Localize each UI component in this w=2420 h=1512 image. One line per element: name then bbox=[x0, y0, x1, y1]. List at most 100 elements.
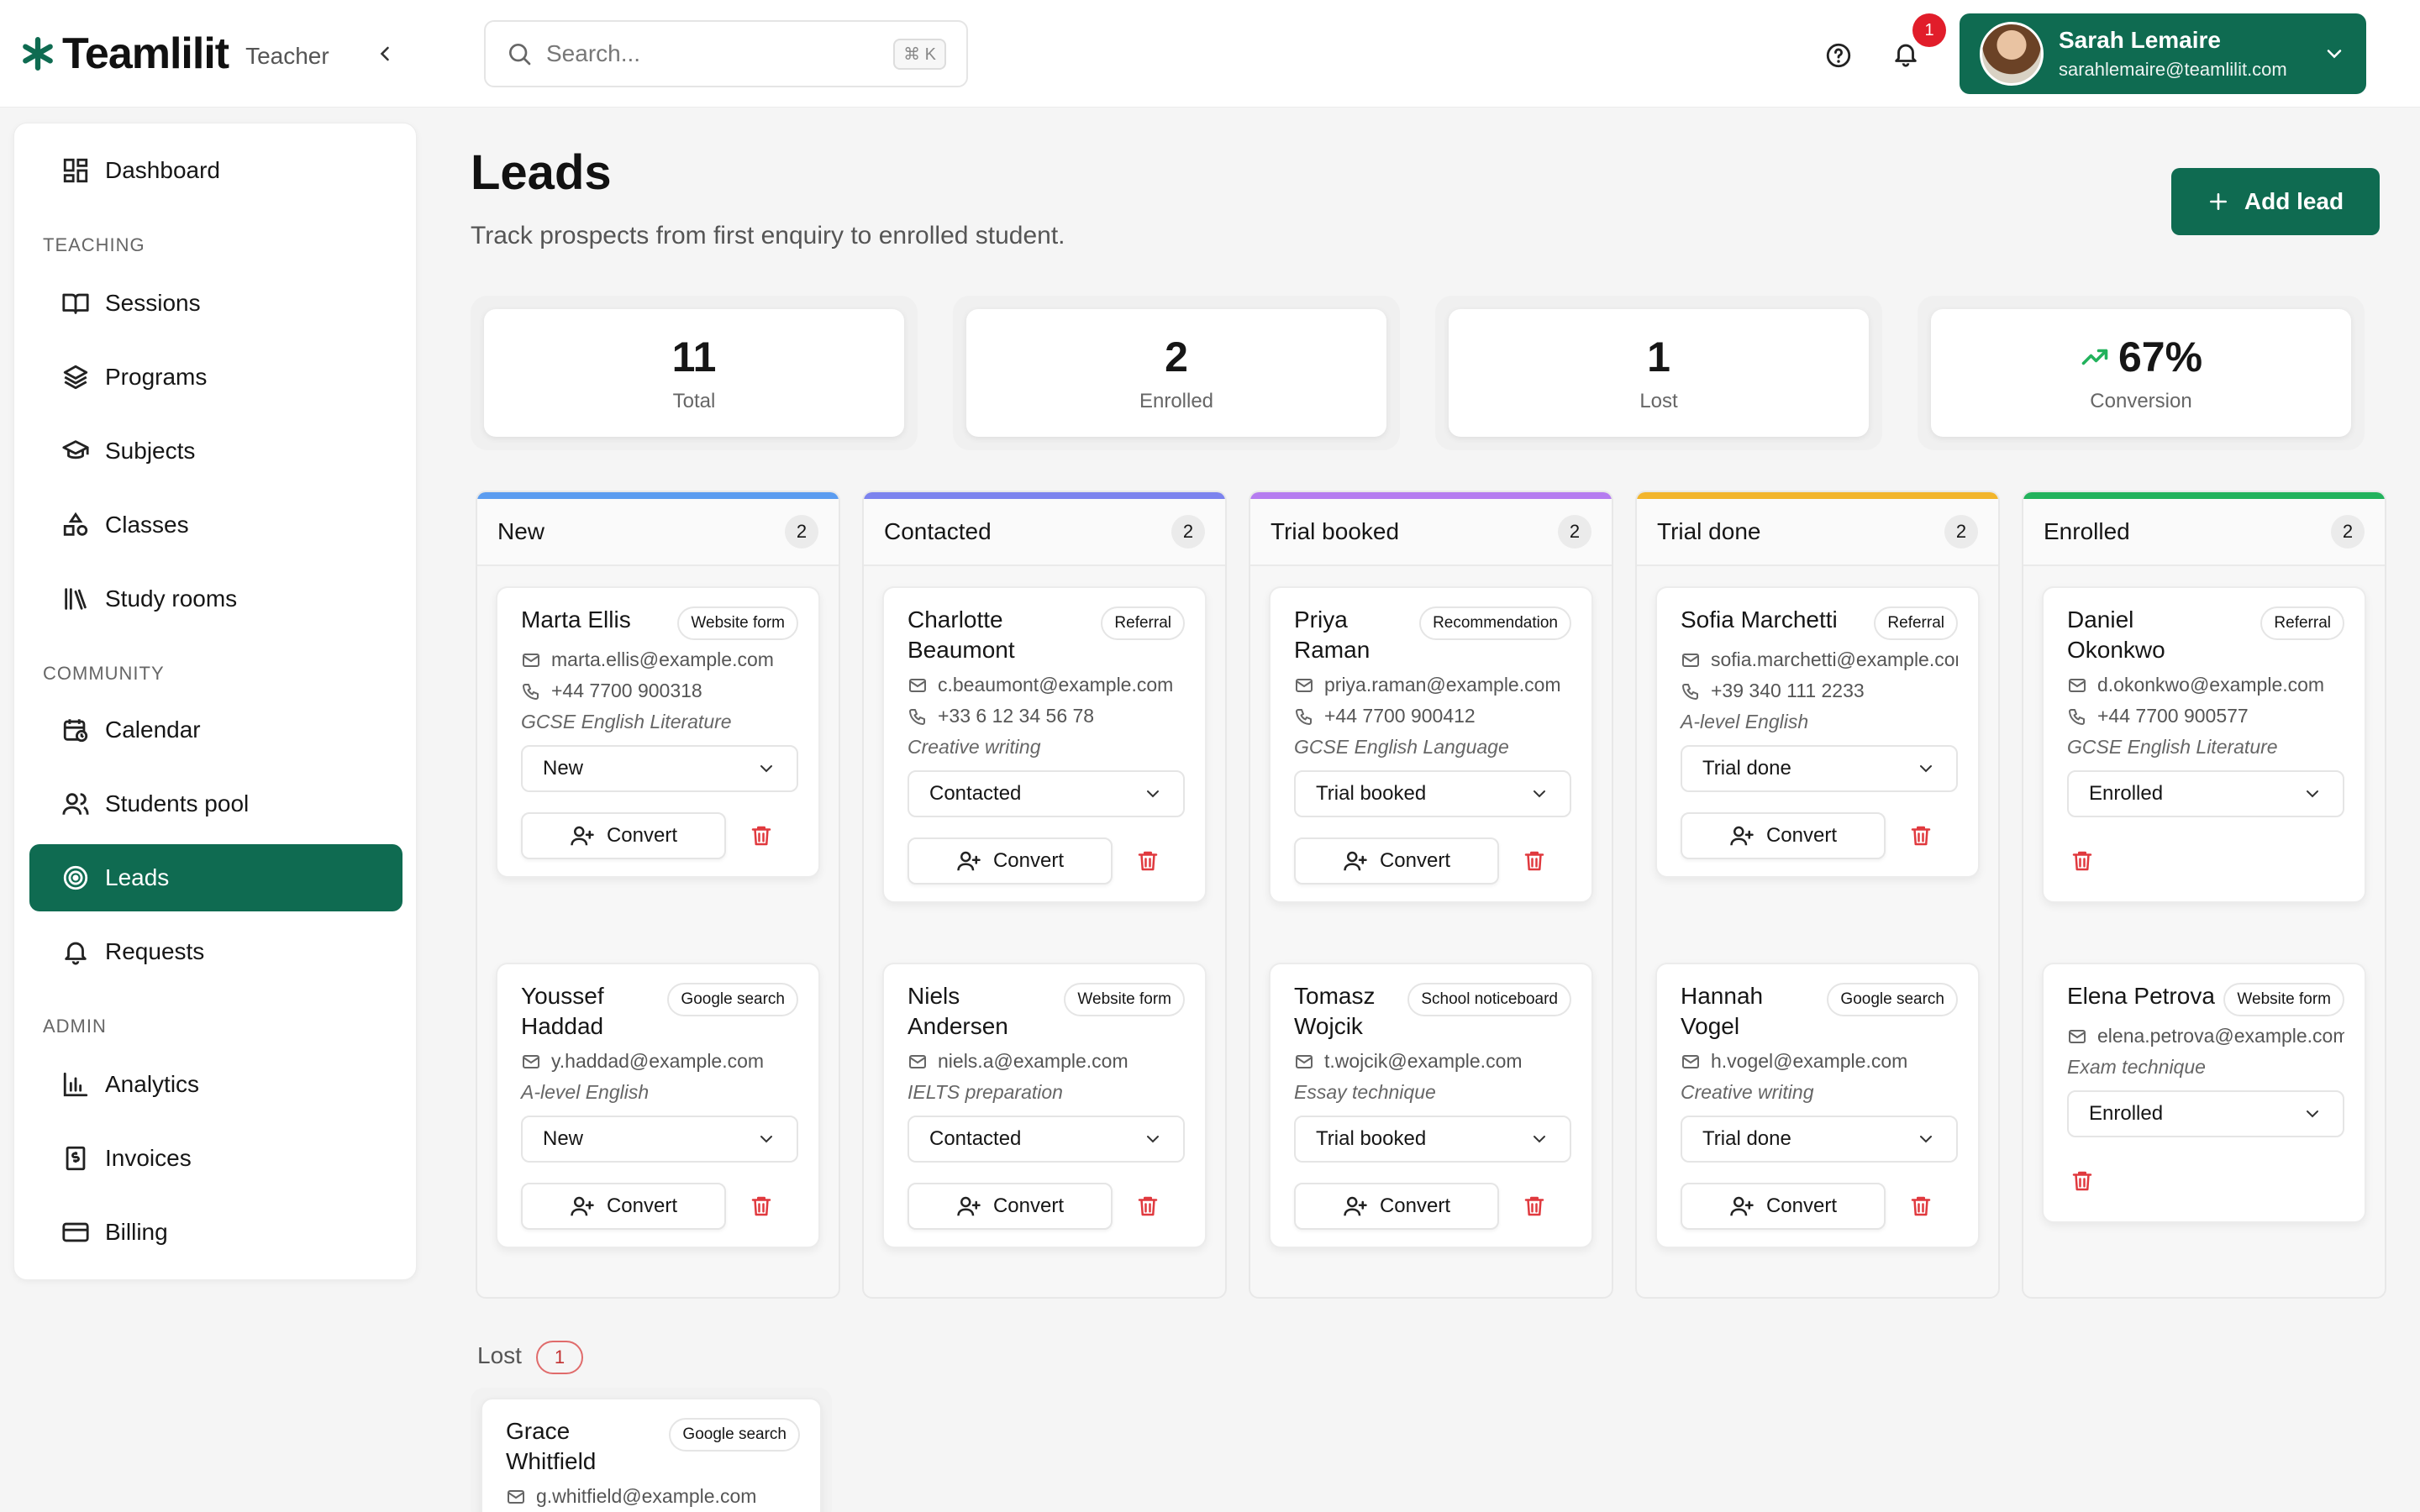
user-menu-button[interactable]: Sarah Lemaire sarahlemaire@teamlilit.com bbox=[1960, 13, 2366, 94]
lead-email: d.okonkwo@example.com bbox=[2097, 674, 2325, 696]
stat-label: Conversion bbox=[2090, 390, 2192, 412]
search-box[interactable]: ⌘ K bbox=[484, 20, 968, 87]
lead-phone-row: +44 7700 900577 bbox=[2067, 705, 2344, 727]
lead-subject: Essay technique bbox=[1294, 1081, 1436, 1103]
delete-lead-button[interactable] bbox=[1133, 1191, 1163, 1221]
collapse-sidebar-button[interactable] bbox=[370, 39, 400, 69]
notification-count-badge: 1 bbox=[1912, 13, 1946, 47]
user-plus-icon bbox=[570, 823, 595, 848]
delete-lead-button[interactable] bbox=[1906, 821, 1936, 851]
mail-icon bbox=[506, 1487, 526, 1507]
chevron-left-icon bbox=[380, 46, 389, 61]
user-plus-icon bbox=[1343, 1194, 1368, 1219]
convert-button[interactable]: Convert bbox=[908, 837, 1113, 885]
lead-status-select[interactable]: Contacted bbox=[908, 1116, 1185, 1163]
lead-status-select[interactable]: Contacted bbox=[908, 770, 1185, 817]
sidebar-item-billing[interactable]: Billing bbox=[29, 1199, 402, 1266]
lead-card[interactable]: Daniel Okonkwo Referral d.okonkwo@example.… bbox=[2042, 586, 2366, 903]
lead-name: Niels Andersen bbox=[908, 983, 1008, 1039]
lead-email: marta.ellis@example.com bbox=[551, 648, 774, 670]
lead-card[interactable]: Grace Whitfield Google search g.whitfiel… bbox=[481, 1398, 822, 1512]
lead-subject: GCSE English Literature bbox=[521, 711, 732, 732]
convert-button[interactable]: Convert bbox=[521, 812, 726, 859]
column-title: New bbox=[497, 518, 545, 544]
kanban-column-trial-done: Trial done 2 Sofia Marchetti Referral sofia.… bbox=[1635, 491, 2000, 1299]
delete-lead-button[interactable] bbox=[1519, 846, 1549, 876]
lead-status-select[interactable]: Trial booked bbox=[1294, 770, 1571, 817]
lead-card[interactable]: Elena Petrova Website form elena.petrova@e… bbox=[2042, 963, 2366, 1223]
column-count-badge: 2 bbox=[1944, 515, 1978, 549]
lead-card-header: Hannah Vogel Google search bbox=[1681, 981, 1958, 1042]
column-title: Contacted bbox=[884, 518, 992, 544]
lead-card-header: Marta Ellis Website form bbox=[521, 605, 798, 640]
column-title: Trial done bbox=[1657, 518, 1761, 544]
convert-label: Convert bbox=[992, 1194, 1065, 1217]
delete-lead-button[interactable] bbox=[2067, 846, 2097, 876]
help-button[interactable] bbox=[1822, 39, 1855, 72]
lead-status-select[interactable]: New bbox=[521, 1116, 798, 1163]
delete-lead-button[interactable] bbox=[1519, 1191, 1549, 1221]
lead-card[interactable]: Tomasz Wojcik School noticeboard t.wojcik@… bbox=[1269, 963, 1593, 1248]
lead-status-select[interactable]: Enrolled bbox=[2067, 770, 2344, 817]
section-label-community: COMMUNITY bbox=[43, 663, 165, 684]
lead-source-badge: Google search bbox=[669, 1418, 800, 1452]
convert-button[interactable]: Convert bbox=[908, 1183, 1113, 1230]
lead-email: y.haddad@example.com bbox=[551, 1050, 765, 1072]
lead-card[interactable]: Charlotte Beaumont Referral c.beaumont@exa… bbox=[882, 586, 1207, 903]
mail-icon bbox=[908, 1052, 928, 1072]
convert-button[interactable]: Convert bbox=[1294, 1183, 1499, 1230]
sidebar-item-calendar[interactable]: Calendar bbox=[29, 696, 402, 764]
convert-button[interactable]: Convert bbox=[1681, 1183, 1886, 1230]
kanban-column-trial-booked: Trial booked 2 Priya Raman Recommendation pr… bbox=[1249, 491, 1613, 1299]
mail-icon bbox=[1681, 650, 1701, 670]
add-lead-button[interactable]: Add lead bbox=[2171, 168, 2380, 235]
delete-lead-button[interactable] bbox=[746, 821, 776, 851]
sidebar-item-analytics[interactable]: Analytics bbox=[29, 1051, 402, 1118]
delete-lead-button[interactable] bbox=[746, 1191, 776, 1221]
lead-status-select[interactable]: New bbox=[521, 745, 798, 792]
user-plus-icon bbox=[570, 1194, 595, 1219]
phone-icon bbox=[1294, 706, 1314, 727]
trash-icon bbox=[1908, 1194, 1933, 1219]
convert-button[interactable]: Convert bbox=[1294, 837, 1499, 885]
stat-value: 67% bbox=[2118, 333, 2203, 381]
delete-lead-button[interactable] bbox=[1906, 1191, 1936, 1221]
lead-email: g.whitfield@example.com bbox=[536, 1485, 757, 1507]
lead-status-select[interactable]: Trial done bbox=[1681, 745, 1958, 792]
receipt-icon bbox=[66, 1146, 86, 1171]
lead-card[interactable]: Marta Ellis Website form marta.ellis@examp… bbox=[496, 586, 820, 878]
search-input[interactable] bbox=[546, 40, 894, 67]
sidebar-item-sessions[interactable]: Sessions bbox=[29, 270, 402, 337]
sidebar-item-leads[interactable]: Leads bbox=[29, 844, 402, 911]
sidebar-item-students-pool[interactable]: Students pool bbox=[29, 770, 402, 837]
user-plus-icon bbox=[956, 1194, 981, 1219]
delete-lead-button[interactable] bbox=[2067, 1166, 2097, 1196]
lead-card[interactable]: Niels Andersen Website form niels.a@exampl… bbox=[882, 963, 1207, 1248]
sidebar-item-requests[interactable]: Requests bbox=[29, 918, 402, 985]
lead-status-select[interactable]: Enrolled bbox=[2067, 1090, 2344, 1137]
sidebar-item-invoices[interactable]: Invoices bbox=[29, 1125, 402, 1192]
user-plus-icon bbox=[1729, 1194, 1754, 1219]
lead-source-badge: Referral bbox=[2260, 606, 2344, 640]
sidebar-item-classes[interactable]: Classes bbox=[29, 491, 402, 559]
lead-card[interactable]: Priya Raman Recommendation priya.raman@exa… bbox=[1269, 586, 1593, 903]
brand-logo[interactable]: Teamlilit Teacher bbox=[20, 29, 329, 79]
convert-button[interactable]: Convert bbox=[521, 1183, 726, 1230]
sidebar-item-study-rooms[interactable]: Study rooms bbox=[29, 565, 402, 633]
brand-asterisk-icon bbox=[23, 37, 53, 71]
sidebar-item-dashboard[interactable]: Dashboard bbox=[29, 137, 402, 204]
sidebar-item-programs[interactable]: Programs bbox=[29, 344, 402, 411]
lead-card[interactable]: Hannah Vogel Google search h.vogel@example… bbox=[1655, 963, 1980, 1248]
kanban-column-enrolled: Enrolled 2 Daniel Okonkwo Referral d.okonkwo… bbox=[2022, 491, 2386, 1299]
lead-subject: Creative writing bbox=[1681, 1081, 1814, 1103]
sidebar-item-subjects[interactable]: Subjects bbox=[29, 417, 402, 485]
sidebar-item-label: Sessions bbox=[105, 290, 201, 316]
lead-card[interactable]: Sofia Marchetti Referral sofia.marchetti@e… bbox=[1655, 586, 1980, 878]
lead-card-actions: Convert bbox=[521, 1183, 798, 1230]
lead-status-select[interactable]: Trial done bbox=[1681, 1116, 1958, 1163]
lead-card[interactable]: Youssef Haddad Google search y.haddad@exam… bbox=[496, 963, 820, 1248]
layers-icon bbox=[63, 365, 88, 390]
delete-lead-button[interactable] bbox=[1133, 846, 1163, 876]
convert-button[interactable]: Convert bbox=[1681, 812, 1886, 859]
lead-status-select[interactable]: Trial booked bbox=[1294, 1116, 1571, 1163]
